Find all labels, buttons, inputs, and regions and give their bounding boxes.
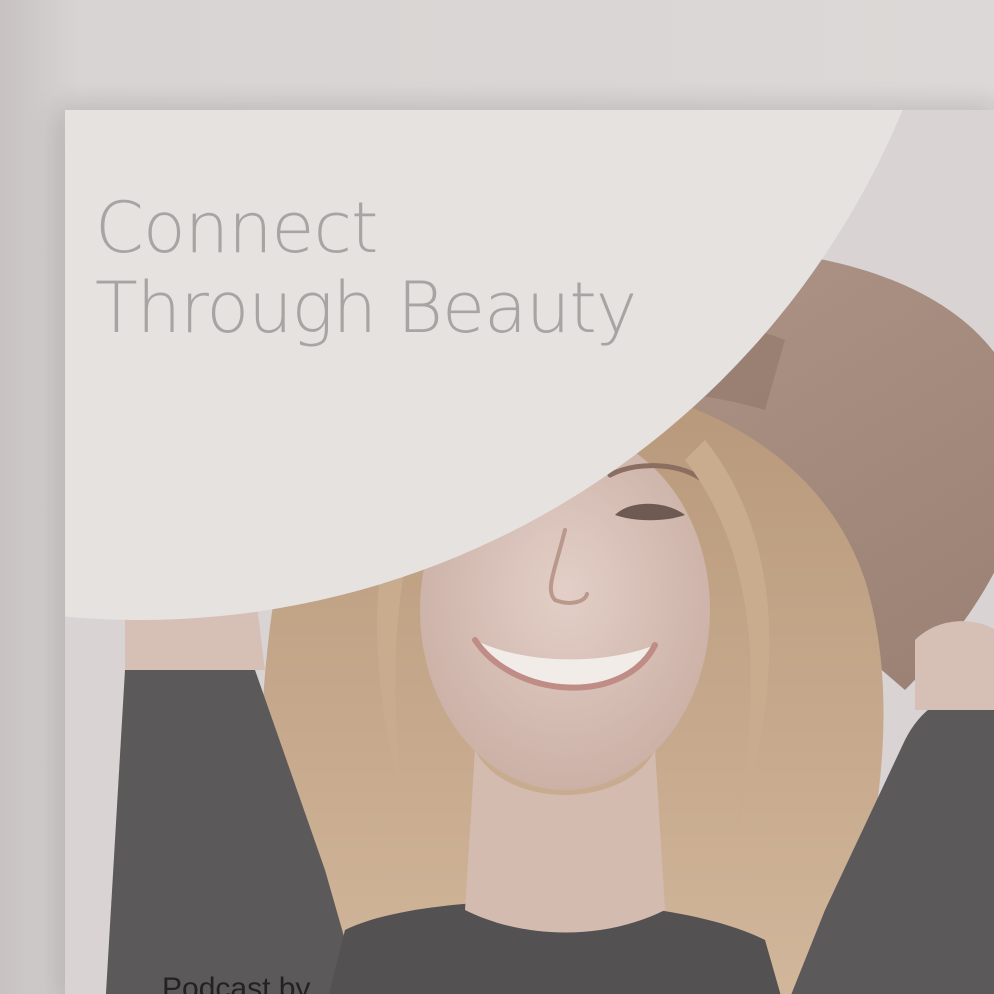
title-line-2: Through Beauty: [95, 267, 637, 349]
stage: Connect Through Beauty Podcast by: [0, 0, 994, 994]
cover-card: Connect Through Beauty Podcast by: [65, 110, 994, 994]
title-line-1: Connect: [95, 187, 378, 269]
byline: Podcast by: [162, 972, 311, 994]
page-title: Connect Through Beauty: [95, 187, 637, 349]
